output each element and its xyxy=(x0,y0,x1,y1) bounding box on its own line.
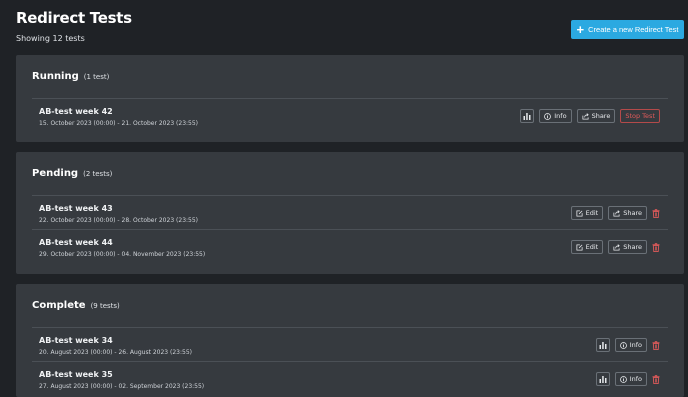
test-dates: 22. October 2023 (00:00) - 28. October 2… xyxy=(39,217,199,224)
test-row: AB-test week 35 27. August 2023 (00:00) … xyxy=(32,361,668,395)
trash-icon xyxy=(652,374,660,384)
share-icon xyxy=(613,209,620,217)
test-dates: 29. October 2023 (00:00) - 04. November … xyxy=(39,251,206,258)
row-actions: Info xyxy=(591,338,660,352)
info-button[interactable]: Info xyxy=(614,338,647,352)
row-actions: Edit Share xyxy=(566,206,660,220)
edit-label: Edit xyxy=(585,243,599,251)
create-redirect-test-button[interactable]: + Create a new Redirect Test xyxy=(571,20,684,39)
complete-header: Complete (9 tests) xyxy=(16,284,684,327)
share-label: Share xyxy=(591,112,611,120)
share-button[interactable]: Share xyxy=(608,240,647,254)
trash-icon xyxy=(652,242,660,252)
stop-test-button[interactable]: Stop Test xyxy=(620,109,660,123)
edit-icon xyxy=(576,243,583,251)
edit-icon xyxy=(576,209,583,217)
pending-title: Pending xyxy=(32,168,79,179)
test-name: AB-test week 44 xyxy=(39,238,113,247)
stats-button[interactable] xyxy=(595,372,610,386)
test-dates: 27. August 2023 (00:00) - 02. September … xyxy=(39,383,205,390)
info-icon xyxy=(619,341,627,349)
test-dates: 20. August 2023 (00:00) - 26. August 202… xyxy=(39,349,192,356)
edit-button[interactable]: Edit xyxy=(570,240,604,254)
complete-panel: Complete (9 tests) AB-test week 34 20. A… xyxy=(16,284,684,397)
trash-icon xyxy=(652,208,660,218)
share-icon xyxy=(582,112,589,120)
test-name: AB-test week 34 xyxy=(39,336,113,345)
row-actions: Info xyxy=(591,372,660,386)
info-label: Info xyxy=(554,112,567,120)
test-name: AB-test week 35 xyxy=(39,370,113,379)
running-panel: Running (1 test) AB-test week 42 15. Oct… xyxy=(16,55,684,142)
bar-chart-icon xyxy=(599,375,607,383)
share-button[interactable]: Share xyxy=(576,109,616,123)
test-row: AB-test week 43 22. October 2023 (00:00)… xyxy=(32,195,668,229)
delete-button[interactable] xyxy=(652,340,660,350)
edit-button[interactable]: Edit xyxy=(570,206,604,220)
pending-header: Pending (2 tests) xyxy=(16,152,684,195)
test-name: AB-test week 43 xyxy=(39,204,113,213)
running-count: (1 test) xyxy=(83,72,110,81)
info-label: Info xyxy=(629,341,642,349)
test-row: AB-test week 42 15. October 2023 (00:00)… xyxy=(32,98,668,132)
complete-count: (9 tests) xyxy=(90,301,120,310)
stats-button[interactable] xyxy=(595,338,610,352)
test-name: AB-test week 42 xyxy=(39,107,113,116)
delete-button[interactable] xyxy=(652,242,660,252)
test-row: AB-test week 44 29. October 2023 (00:00)… xyxy=(32,229,668,263)
page-header: Redirect Tests Showing 12 tests xyxy=(16,9,132,43)
info-label: Info xyxy=(629,375,642,383)
bar-chart-icon xyxy=(523,112,531,120)
delete-button[interactable] xyxy=(652,374,660,384)
pending-count: (2 tests) xyxy=(83,169,113,178)
test-dates: 15. October 2023 (00:00) - 21. October 2… xyxy=(39,120,199,127)
info-icon xyxy=(619,375,627,383)
info-icon xyxy=(544,112,552,120)
edit-label: Edit xyxy=(585,209,599,217)
delete-button[interactable] xyxy=(652,208,660,218)
page-title: Redirect Tests xyxy=(16,9,132,27)
running-title: Running xyxy=(32,71,79,82)
test-row: AB-test week 34 20. August 2023 (00:00) … xyxy=(32,327,668,361)
share-icon xyxy=(613,243,620,251)
row-actions: Info Share Stop Test xyxy=(515,109,660,123)
plus-icon: + xyxy=(576,22,585,37)
row-actions: Edit Share xyxy=(566,240,660,254)
share-label: Share xyxy=(623,243,642,251)
running-header: Running (1 test) xyxy=(16,55,684,98)
share-button[interactable]: Share xyxy=(608,206,647,220)
bar-chart-icon xyxy=(599,341,607,349)
info-button[interactable]: Info xyxy=(539,109,572,123)
stats-button[interactable] xyxy=(520,109,535,123)
test-count-label: Showing 12 tests xyxy=(16,34,85,43)
pending-panel: Pending (2 tests) AB-test week 43 22. Oc… xyxy=(16,152,684,274)
complete-title: Complete xyxy=(32,300,86,311)
share-label: Share xyxy=(623,209,642,217)
info-button[interactable]: Info xyxy=(614,372,647,386)
create-button-label: Create a new Redirect Test xyxy=(588,25,679,34)
trash-icon xyxy=(652,340,660,350)
